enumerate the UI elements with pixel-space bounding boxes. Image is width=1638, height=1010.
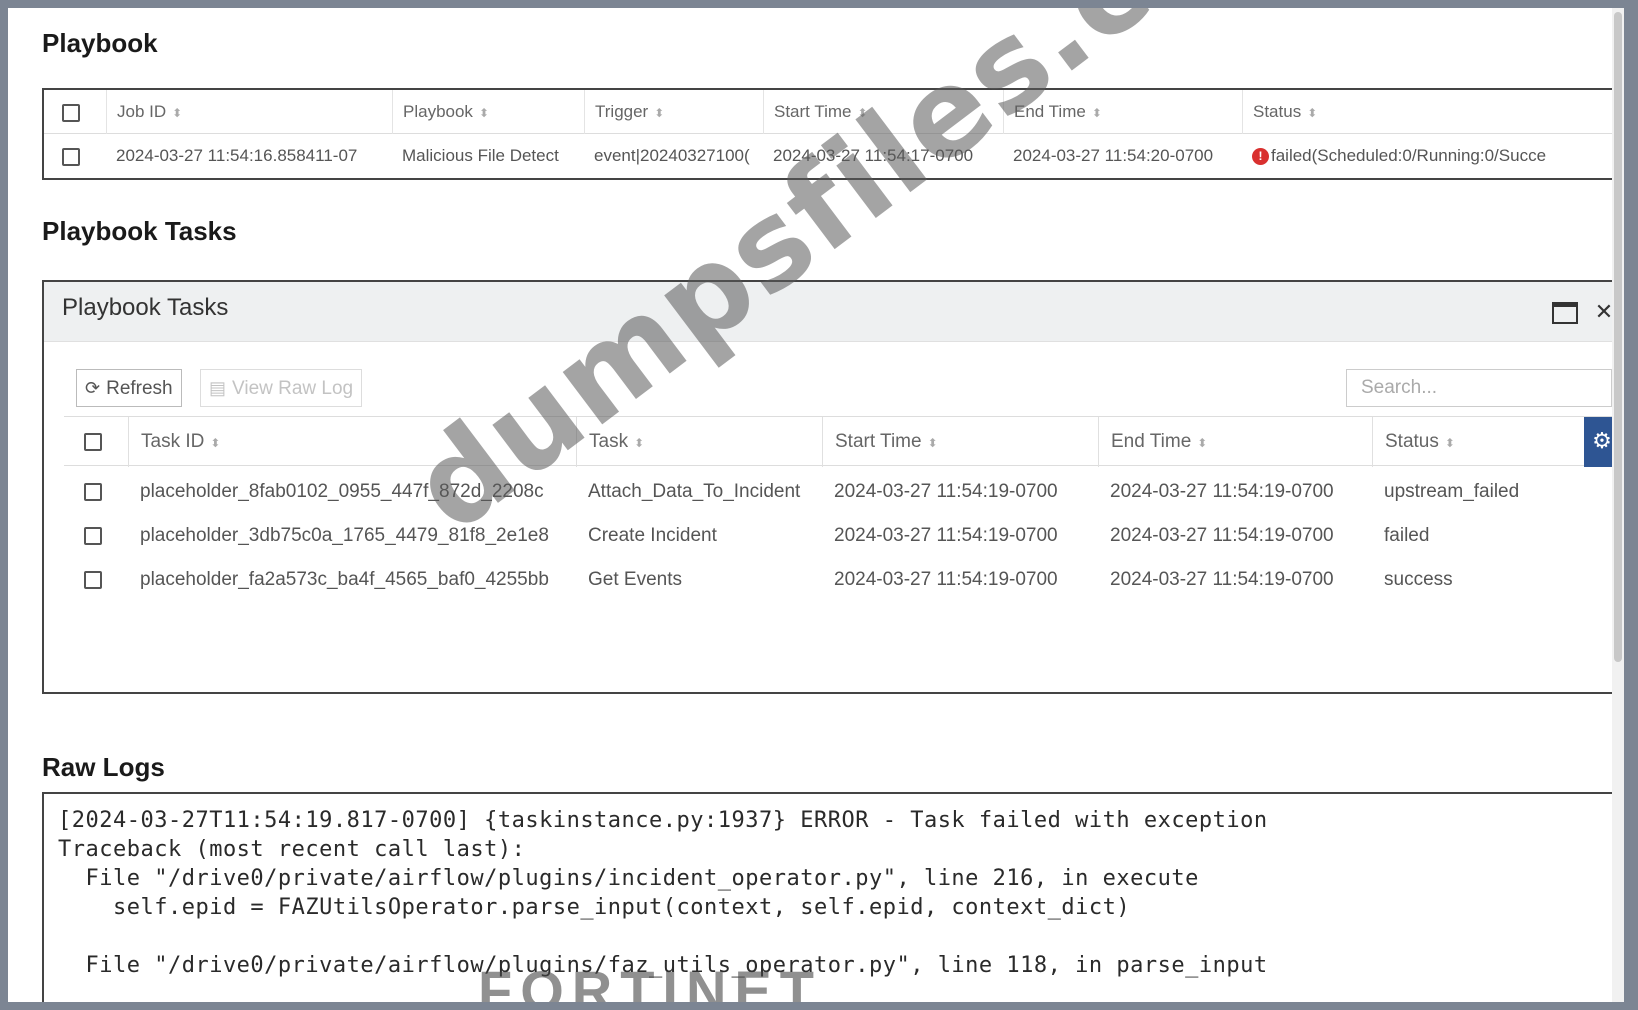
view-raw-log-button[interactable]: ▤ View Raw Log <box>200 369 363 407</box>
brand-logo: FORTINET <box>478 959 822 1002</box>
table-row[interactable]: placeholder_3db75c0a_1765_4479_81f8_2e1e… <box>64 514 1624 558</box>
sort-icon: ⬍ <box>1307 106 1318 120</box>
select-all-checkbox[interactable] <box>64 417 128 467</box>
status-cell: failed <box>1384 525 1430 546</box>
sort-icon: ⬍ <box>172 106 183 120</box>
log-line: [2024-03-27T11:54:19.817-0700] {taskinst… <box>58 808 1268 833</box>
playbook-section-title: Playbook <box>42 28 158 58</box>
end-time-cell: 2024-03-27 11:54:20-0700 <box>1013 146 1214 165</box>
column-status[interactable]: Status ⬍ <box>1242 90 1624 134</box>
task-cell: Create Incident <box>588 525 717 546</box>
maximize-icon[interactable] <box>1552 302 1578 324</box>
start-time-cell: 2024-03-27 11:54:19-0700 <box>834 569 1058 590</box>
end-time-cell: 2024-03-27 11:54:19-0700 <box>1110 569 1334 590</box>
status-cell: ! failed(Scheduled:0/Running:0/Succe <box>1242 134 1624 178</box>
column-job-id[interactable]: Job ID ⬍ <box>106 90 392 134</box>
row-checkbox[interactable] <box>44 134 106 178</box>
page-scrollbar[interactable] <box>1612 8 1624 1002</box>
log-line: Traceback (most recent call last): <box>58 837 526 862</box>
table-row[interactable]: placeholder_8fab0102_0955_447f_872d_2208… <box>64 470 1624 514</box>
playbook-tasks-panel: Playbook Tasks ✕ ⟳ Refresh ▤ View Raw Log … <box>42 280 1624 694</box>
sort-icon: ⬍ <box>1197 436 1208 450</box>
column-end-time[interactable]: End Time ⬍ <box>1098 417 1372 467</box>
column-playbook[interactable]: Playbook ⬍ <box>392 90 584 134</box>
panel-header: Playbook Tasks ✕ <box>44 282 1624 342</box>
start-time-cell: 2024-03-27 11:54:19-0700 <box>834 481 1058 502</box>
panel-title: Playbook Tasks <box>62 294 229 321</box>
page: Playbook Job ID ⬍ Playbook ⬍ Trigger ⬍ Star… <box>8 8 1624 1002</box>
search-input[interactable]: Search... <box>1346 369 1612 407</box>
raw-logs-box: [2024-03-27T11:54:19.817-0700] {taskinst… <box>42 792 1624 1002</box>
sort-icon: ⬍ <box>1091 106 1102 120</box>
task-cell: Attach_Data_To_Incident <box>588 481 801 502</box>
tasks-table-header: Task ID ⬍ Task ⬍ Start Time ⬍ End Time ⬍ Sta… <box>64 416 1624 467</box>
sort-icon: ⬍ <box>210 436 221 450</box>
row-checkbox[interactable] <box>64 558 128 602</box>
sort-icon: ⬍ <box>927 436 938 450</box>
end-time-cell: 2024-03-27 11:54:19-0700 <box>1110 525 1334 546</box>
refresh-icon: ⟳ <box>85 378 101 398</box>
column-status[interactable]: Status ⬍ <box>1372 417 1584 467</box>
sort-icon: ⬍ <box>634 436 645 450</box>
sort-icon: ⬍ <box>1444 436 1455 450</box>
end-time-cell: 2024-03-27 11:54:19-0700 <box>1110 481 1334 502</box>
playbook-cell: Malicious File Detect <box>402 146 559 165</box>
log-line: self.epid = FAZUtilsOperator.parse_input… <box>58 895 1131 920</box>
task-id-cell: placeholder_fa2a573c_ba4f_4565_baf0_4255… <box>140 569 549 590</box>
row-checkbox[interactable] <box>64 514 128 558</box>
status-cell: success <box>1384 569 1453 590</box>
error-icon: ! <box>1252 148 1269 166</box>
refresh-button[interactable]: ⟳ Refresh <box>76 369 182 407</box>
column-trigger[interactable]: Trigger ⬍ <box>584 90 763 134</box>
job-id-cell: 2024-03-27 11:54:16.858411-07 <box>116 146 358 165</box>
sort-icon: ⬍ <box>654 106 665 120</box>
trigger-cell: event|20240327100( <box>594 146 750 165</box>
column-start-time[interactable]: Start Time ⬍ <box>822 417 1098 467</box>
log-line: File "/drive0/private/airflow/plugins/in… <box>58 866 1199 891</box>
log-icon: ▤ <box>209 378 227 398</box>
sort-icon: ⬍ <box>478 106 489 120</box>
scrollbar-thumb[interactable] <box>1614 12 1622 662</box>
task-cell: Get Events <box>588 569 682 590</box>
status-cell: upstream_failed <box>1384 481 1520 502</box>
status-text: failed(Scheduled:0/Running:0/Succe <box>1271 146 1547 165</box>
select-all-checkbox[interactable] <box>44 90 106 134</box>
tasks-section-title: Playbook Tasks <box>42 216 237 246</box>
table-row[interactable]: placeholder_fa2a573c_ba4f_4565_baf0_4255… <box>64 558 1624 602</box>
start-time-cell: 2024-03-27 11:54:19-0700 <box>834 525 1058 546</box>
row-checkbox[interactable] <box>64 470 128 514</box>
raw-logs-section-title: Raw Logs <box>42 752 165 782</box>
